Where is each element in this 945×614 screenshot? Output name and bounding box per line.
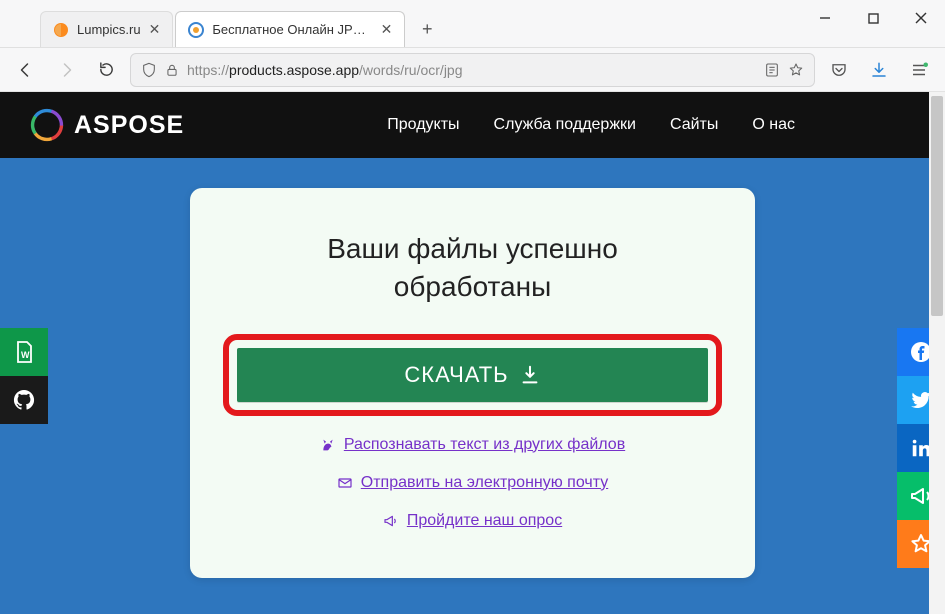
tab-label: Бесплатное Онлайн JPG OCR Р: [212, 22, 372, 37]
link-survey[interactable]: Пройдите наш опрос: [218, 512, 727, 530]
lock-icon[interactable]: [165, 63, 179, 77]
tab-label: Lumpics.ru: [77, 22, 141, 37]
browser-tab-lumpics[interactable]: Lumpics.ru ✕: [40, 11, 173, 47]
brand[interactable]: ASPOSE: [30, 108, 184, 142]
vertical-scrollbar[interactable]: [929, 92, 945, 614]
bookmark-star-icon[interactable]: [788, 62, 804, 78]
nav-link-about[interactable]: О нас: [752, 116, 795, 134]
downloads-button[interactable]: [863, 54, 895, 86]
reader-mode-icon[interactable]: [764, 62, 780, 78]
close-window-button[interactable]: [897, 0, 945, 36]
plus-icon: +: [422, 19, 433, 40]
svg-text:W: W: [21, 350, 30, 360]
favicon-aspose: [188, 22, 204, 38]
nav-links: Продукты Служба поддержки Сайты О нас: [387, 116, 795, 134]
file-word-icon: W: [12, 340, 36, 364]
envelope-icon: [337, 475, 353, 491]
favicon-lumpics: [53, 22, 69, 38]
cat-icon: [320, 437, 336, 453]
url-text: https://products.aspose.app/words/ru/ocr…: [187, 62, 463, 78]
site-nav: ASPOSE Продукты Служба поддержки Сайты О…: [0, 92, 945, 158]
left-rail: W: [0, 328, 48, 424]
browser-toolbar: https://products.aspose.app/words/ru/ocr…: [0, 48, 945, 92]
minimize-button[interactable]: [801, 0, 849, 36]
back-button[interactable]: [10, 54, 42, 86]
hero-section: Ваши файлы успешно обработаны СКАЧАТЬ Ра…: [0, 158, 945, 614]
download-label: СКАЧАТЬ: [404, 362, 508, 388]
address-bar[interactable]: https://products.aspose.app/words/ru/ocr…: [130, 53, 815, 87]
window-controls: [801, 0, 945, 48]
close-icon[interactable]: ✕: [149, 21, 161, 38]
reload-button[interactable]: [90, 54, 122, 86]
nav-link-sites[interactable]: Сайты: [670, 116, 718, 134]
result-card: Ваши файлы успешно обработаны СКАЧАТЬ Ра…: [190, 188, 755, 578]
close-icon[interactable]: ✕: [381, 21, 393, 38]
forward-button[interactable]: [50, 54, 82, 86]
brand-swirl-icon: [30, 108, 64, 142]
brand-text: ASPOSE: [74, 111, 184, 140]
download-highlight: СКАЧАТЬ: [223, 334, 722, 416]
shield-icon[interactable]: [141, 62, 157, 78]
card-links: Распознавать текст из других файлов Отпр…: [218, 436, 727, 530]
link-send-email[interactable]: Отправить на электронную почту: [218, 474, 727, 492]
window-titlebar: Lumpics.ru ✕ Бесплатное Онлайн JPG OCR Р…: [0, 0, 945, 48]
download-button[interactable]: СКАЧАТЬ: [237, 348, 708, 402]
download-icon: [519, 364, 541, 386]
maximize-button[interactable]: [849, 0, 897, 36]
new-tab-button[interactable]: +: [413, 15, 441, 43]
nav-link-products[interactable]: Продукты: [387, 116, 459, 134]
page-viewport: ASPOSE Продукты Служба поддержки Сайты О…: [0, 92, 945, 614]
browser-tab-aspose[interactable]: Бесплатное Онлайн JPG OCR Р ✕: [175, 11, 405, 47]
bullhorn-icon: [383, 513, 399, 529]
tab-strip: Lumpics.ru ✕ Бесплатное Онлайн JPG OCR Р…: [0, 0, 441, 47]
rail-github-button[interactable]: [0, 376, 48, 424]
link-recognize-other[interactable]: Распознавать текст из других файлов: [218, 436, 727, 454]
scrollbar-thumb[interactable]: [931, 96, 943, 316]
pocket-button[interactable]: [823, 54, 855, 86]
menu-button[interactable]: [903, 54, 935, 86]
nav-link-support[interactable]: Служба поддержки: [494, 116, 636, 134]
card-heading: Ваши файлы успешно обработаны: [218, 230, 727, 306]
github-icon: [12, 388, 36, 412]
rail-word-button[interactable]: W: [0, 328, 48, 376]
